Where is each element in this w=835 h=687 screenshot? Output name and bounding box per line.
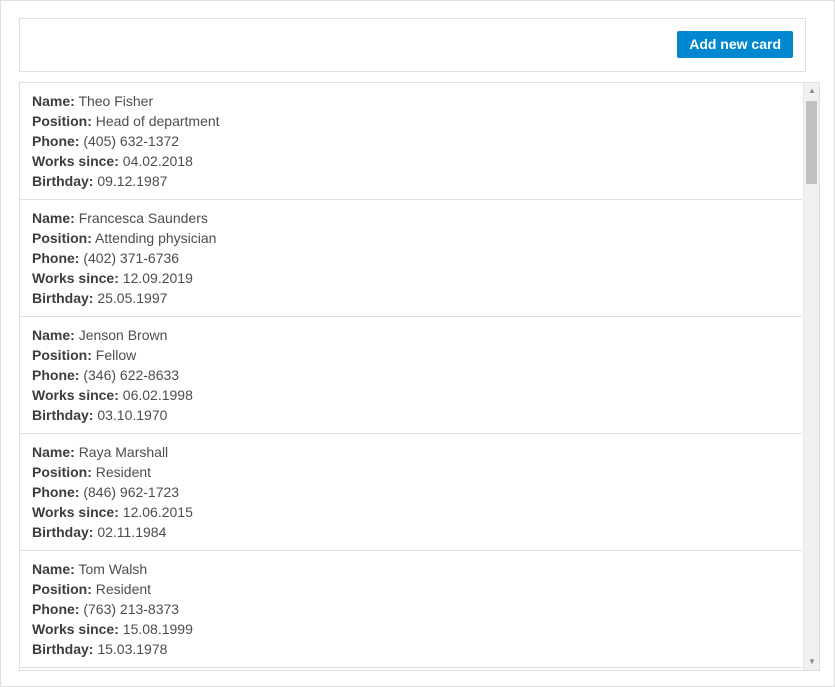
phone-label: Phone: <box>32 484 80 500</box>
name-value: Raya Marshall <box>78 444 169 460</box>
card-position-row: Position: Resident <box>32 579 790 599</box>
card-phone-row: Phone: (402) 371-6736 <box>32 248 790 268</box>
name-value: Francesca Saunders <box>78 210 208 226</box>
card-birthday-row: Birthday: 03.10.1970 <box>32 405 790 425</box>
card-list[interactable]: Name: Theo Fisher Position: Head of depa… <box>20 83 802 670</box>
card-name-row: Name: Raya Marshall <box>32 442 790 462</box>
card[interactable]: Name: Raya Marshall Position: Resident P… <box>20 434 802 551</box>
card[interactable]: Name: Jenson Brown Position: Fellow Phon… <box>20 317 802 434</box>
phone-value: (402) 371-6736 <box>83 250 180 266</box>
card-position-row: Position: Head of department <box>32 111 790 131</box>
birthday-value: 03.10.1970 <box>97 407 168 423</box>
works-since-label: Works since: <box>32 270 119 286</box>
position-value: Resident <box>95 581 152 597</box>
position-value: Fellow <box>95 347 137 363</box>
card-position-row: Position: Resident <box>32 462 790 482</box>
position-label: Position: <box>32 113 92 129</box>
phone-value: (763) 213-8373 <box>83 601 180 617</box>
phone-label: Phone: <box>32 367 80 383</box>
birthday-value: 15.03.1978 <box>97 641 168 657</box>
card-birthday-row: Birthday: 02.11.1984 <box>32 522 790 542</box>
card-name-row: Name: Theo Fisher <box>32 91 790 111</box>
phone-label: Phone: <box>32 601 80 617</box>
position-label: Position: <box>32 581 92 597</box>
works-since-label: Works since: <box>32 153 119 169</box>
card-birthday-row: Birthday: 15.03.1978 <box>32 639 790 659</box>
card-position-row: Position: Attending physician <box>32 228 790 248</box>
birthday-label: Birthday: <box>32 524 94 540</box>
vertical-scrollbar[interactable]: ▲ ▼ <box>803 83 819 670</box>
card-works-since-row: Works since: 12.09.2019 <box>32 268 790 288</box>
birthday-label: Birthday: <box>32 173 94 189</box>
works-since-label: Works since: <box>32 504 119 520</box>
birthday-value: 09.12.1987 <box>97 173 168 189</box>
works-since-value: 04.02.2018 <box>122 153 193 169</box>
card-phone-row: Phone: (346) 622-8633 <box>32 365 790 385</box>
phone-value: (405) 632-1372 <box>83 133 180 149</box>
works-since-value: 12.06.2015 <box>122 504 193 520</box>
add-new-card-button[interactable]: Add new card <box>677 31 793 58</box>
position-label: Position: <box>32 230 92 246</box>
name-label: Name: <box>32 444 75 460</box>
card-works-since-row: Works since: 15.08.1999 <box>32 619 790 639</box>
name-label: Name: <box>32 327 75 343</box>
widget-frame: Add new card Name: Theo Fisher Position:… <box>0 0 835 687</box>
birthday-label: Birthday: <box>32 641 94 657</box>
name-label: Name: <box>32 561 75 577</box>
works-since-value: 06.02.1998 <box>122 387 193 403</box>
toolbar: Add new card <box>19 18 806 72</box>
phone-label: Phone: <box>32 133 80 149</box>
birthday-label: Birthday: <box>32 407 94 423</box>
birthday-value: 25.05.1997 <box>97 290 168 306</box>
position-label: Position: <box>32 347 92 363</box>
birthday-value: 02.11.1984 <box>97 524 167 540</box>
works-since-label: Works since: <box>32 387 119 403</box>
name-label: Name: <box>32 210 75 226</box>
works-since-value: 15.08.1999 <box>122 621 193 637</box>
card-birthday-row: Birthday: 25.05.1997 <box>32 288 790 308</box>
position-value: Head of department <box>95 113 220 129</box>
phone-label: Phone: <box>32 250 80 266</box>
card-name-row: Name: Jenson Brown <box>32 325 790 345</box>
name-label: Name: <box>32 93 75 109</box>
card-works-since-row: Works since: 12.06.2015 <box>32 502 790 522</box>
card-phone-row: Phone: (405) 632-1372 <box>32 131 790 151</box>
card-name-row: Name: Francesca Saunders <box>32 208 790 228</box>
position-label: Position: <box>32 464 92 480</box>
phone-value: (846) 962-1723 <box>83 484 180 500</box>
name-value: Theo Fisher <box>78 93 154 109</box>
arrow-up-icon[interactable]: ▲ <box>804 83 819 99</box>
name-value: Tom Walsh <box>78 561 148 577</box>
card-phone-row: Phone: (846) 962-1723 <box>32 482 790 502</box>
card[interactable]: Name: Tom Walsh Position: Resident Phone… <box>20 551 802 668</box>
position-value: Resident <box>95 464 152 480</box>
works-since-label: Works since: <box>32 621 119 637</box>
card-position-row: Position: Fellow <box>32 345 790 365</box>
phone-value: (346) 622-8633 <box>83 367 180 383</box>
card[interactable]: Name: Francesca Saunders Position: Atten… <box>20 200 802 317</box>
birthday-label: Birthday: <box>32 290 94 306</box>
card-phone-row: Phone: (763) 213-8373 <box>32 599 790 619</box>
arrow-down-icon[interactable]: ▼ <box>804 654 819 670</box>
card-list-container: Name: Theo Fisher Position: Head of depa… <box>19 82 820 671</box>
works-since-value: 12.09.2019 <box>122 270 193 286</box>
card-birthday-row: Birthday: 09.12.1987 <box>32 171 790 191</box>
card-name-row: Name: Tom Walsh <box>32 559 790 579</box>
position-value: Attending physician <box>95 230 217 246</box>
card-works-since-row: Works since: 04.02.2018 <box>32 151 790 171</box>
card[interactable]: Name: Theo Fisher Position: Head of depa… <box>20 83 802 200</box>
name-value: Jenson Brown <box>78 327 168 343</box>
card-works-since-row: Works since: 06.02.1998 <box>32 385 790 405</box>
scroll-thumb[interactable] <box>806 101 817 184</box>
